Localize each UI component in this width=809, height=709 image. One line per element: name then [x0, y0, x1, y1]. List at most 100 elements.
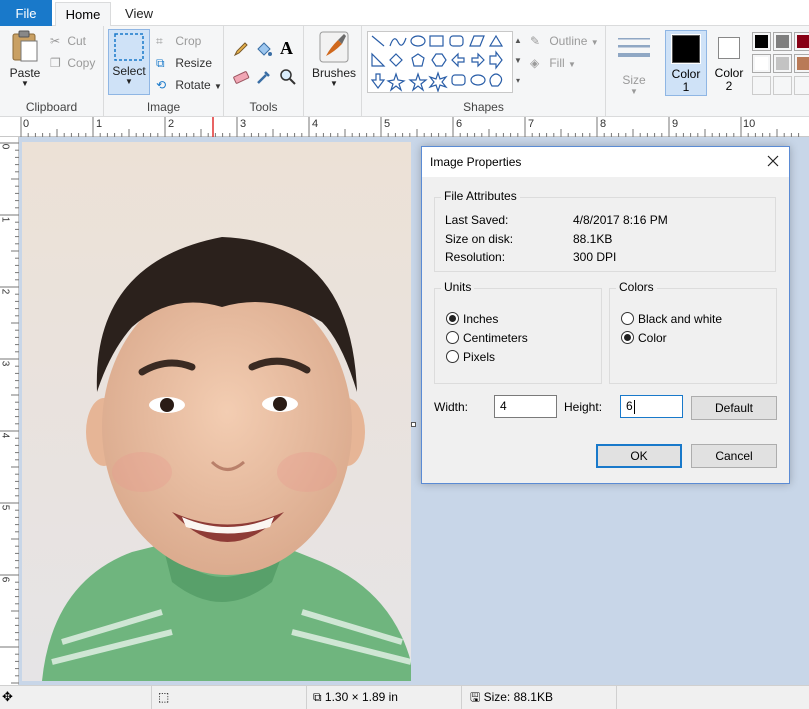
size-label: Size	[622, 73, 646, 87]
vruler-mark-4: 4	[0, 432, 11, 439]
clipboard-group: Paste ▼ ✂ Cut ❐ Copy Clipboard	[0, 26, 104, 117]
colors-color-radio[interactable]	[621, 331, 634, 344]
palette	[752, 32, 809, 96]
resize-label: Resize	[175, 56, 213, 70]
file-size-value: Size: 88.1KB	[483, 690, 553, 704]
units-pixels-radio[interactable]	[446, 350, 459, 363]
colors-bw-radio[interactable]	[621, 312, 634, 325]
line-size-icon	[618, 38, 650, 57]
ruler-mark-9: 9	[672, 118, 679, 130]
selection-size: ⬚	[152, 686, 307, 709]
magnifier-icon[interactable]	[279, 68, 297, 86]
dialog-title-bar: Image Properties	[422, 147, 789, 177]
select-button[interactable]: Select ▼	[108, 29, 150, 95]
status-bar: ✥ ⬚ ⧉ 1.30 × 1.89 in 🖫 Size: 88.1KB	[0, 685, 809, 709]
palette-swatch-brown[interactable]	[794, 54, 809, 73]
size-on-disk-label: Size on disk:	[445, 232, 514, 246]
units-inches-radio[interactable]	[446, 312, 459, 325]
vruler-mark-3: 3	[0, 360, 11, 367]
disk-icon: 🖫	[470, 690, 481, 704]
crop-label: Crop	[175, 34, 202, 48]
brushes-button[interactable]: Brushes ▼	[310, 30, 358, 88]
fill-bucket-icon[interactable]	[255, 40, 273, 58]
units-legend: Units	[441, 280, 475, 294]
fill-button[interactable]: ◈ Fill ▼	[530, 54, 576, 72]
dialog-title: Image Properties	[430, 155, 522, 169]
last-saved-label: Last Saved:	[445, 213, 509, 227]
color-picker-icon[interactable]	[255, 68, 273, 86]
palette-swatch-empty-3[interactable]	[794, 76, 809, 95]
outline-button[interactable]: ✎ Outline ▼	[530, 32, 599, 50]
text-cursor	[633, 399, 635, 414]
units-centimeters-label[interactable]: Centimeters	[463, 331, 528, 345]
tab-home[interactable]: Home	[55, 2, 111, 27]
dimensions-icon: ⧉	[313, 690, 322, 704]
move-icon: ✥	[2, 689, 13, 704]
pencil-icon[interactable]	[232, 40, 250, 58]
ribbon: Paste ▼ ✂ Cut ❐ Copy Clipboard Select ▼ …	[0, 26, 809, 117]
height-label: Height:	[564, 400, 603, 414]
units-inches-label[interactable]: Inches	[463, 312, 498, 326]
palette-swatch-black[interactable]	[752, 32, 771, 51]
color2-button[interactable]: Color 2	[709, 30, 749, 96]
color1-swatch	[671, 34, 701, 64]
width-label: Width:	[434, 400, 469, 414]
cut-button[interactable]: ✂ Cut	[50, 32, 86, 50]
vruler-mark-1: 1	[0, 216, 11, 223]
palette-swatch-white[interactable]	[752, 54, 771, 73]
clipboard-group-label: Clipboard	[25, 100, 78, 114]
size-button[interactable]: Size ▼	[608, 30, 660, 110]
resolution-value: 300 DPI	[573, 250, 617, 264]
height-value: 6	[626, 399, 633, 413]
brush-icon	[319, 31, 349, 63]
tools-group-label: Tools	[249, 100, 278, 114]
shapes-group: ▲ ▼ ▾ ✎ Outline ▼ ◈ Fill ▼ Shapes	[362, 26, 606, 117]
ruler-mark-1: 1	[96, 118, 103, 130]
close-icon[interactable]	[765, 153, 781, 169]
palette-swatch-darkred[interactable]	[794, 32, 809, 51]
file-attributes-group: File Attributes Last Saved: 4/8/2017 8:1…	[434, 189, 776, 272]
palette-swatch-empty-2[interactable]	[773, 76, 792, 95]
tab-file[interactable]: File	[0, 0, 52, 26]
shapes-group-label: Shapes	[463, 100, 504, 114]
rotate-icon: ⟲	[156, 78, 167, 92]
ruler-ticks	[20, 117, 800, 137]
outline-label: Outline	[549, 34, 588, 48]
resolution-label: Resolution:	[445, 250, 506, 264]
rotate-button[interactable]: ⟲ Rotate ▼	[156, 76, 222, 94]
shapes-grid-icon	[370, 34, 504, 93]
text-tool-icon[interactable]: A	[280, 38, 293, 59]
brushes-group: Brushes ▼	[304, 26, 362, 117]
palette-swatch-lightgray[interactable]	[773, 54, 792, 73]
ok-button[interactable]: OK	[596, 444, 682, 468]
copy-icon: ❐	[50, 56, 61, 70]
palette-swatch-gray[interactable]	[773, 32, 792, 51]
color1-button[interactable]: Color 1	[665, 30, 707, 96]
units-centimeters-radio[interactable]	[446, 331, 459, 344]
default-button[interactable]: Default	[691, 396, 777, 420]
palette-swatch-empty-1[interactable]	[752, 76, 771, 95]
shapes-gallery[interactable]	[367, 31, 523, 93]
canvas-image[interactable]	[22, 142, 411, 681]
resize-button[interactable]: ⧉ Resize	[156, 54, 212, 72]
image-group-label: Image	[146, 100, 181, 114]
portrait-photo	[22, 142, 411, 681]
height-input[interactable]: 6	[620, 395, 683, 418]
paste-button[interactable]: Paste ▼	[6, 30, 44, 88]
width-input[interactable]: 4	[494, 395, 557, 418]
fill-label: Fill	[549, 56, 565, 70]
colors-color-label[interactable]: Color	[638, 331, 667, 345]
copy-button[interactable]: ❐ Copy	[50, 54, 95, 72]
tab-view[interactable]: View	[114, 2, 164, 26]
cancel-button[interactable]: Cancel	[691, 444, 777, 468]
units-pixels-label[interactable]: Pixels	[463, 350, 495, 364]
shapes-scroll[interactable]: ▲ ▼ ▾	[512, 31, 523, 93]
canvas-resize-handle[interactable]	[411, 422, 416, 427]
colors-bw-label[interactable]: Black and white	[638, 312, 722, 326]
image-properties-dialog: Image Properties File Attributes Last Sa…	[421, 146, 790, 484]
eraser-icon[interactable]	[232, 68, 250, 86]
ruler-mark-3: 3	[240, 118, 247, 130]
ruler-mark-0: 0	[23, 118, 30, 130]
cursor-position: ✥	[0, 686, 152, 709]
crop-button[interactable]: ⌗ Crop	[156, 32, 201, 50]
